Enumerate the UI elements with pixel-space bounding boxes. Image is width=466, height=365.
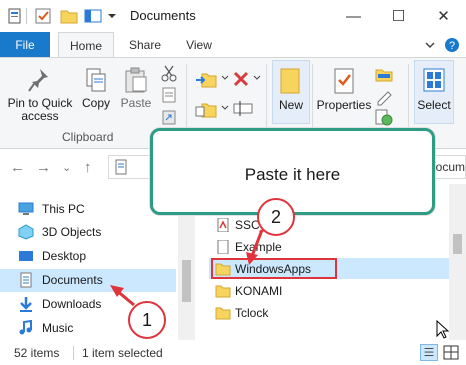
nav-label: This PC [42,202,85,216]
nav-label: Desktop [42,249,87,263]
nav-item-documents[interactable]: Documents [18,269,103,291]
select-grid-icon [423,68,445,92]
file-name: KONAMI [235,284,283,298]
file-scroll-thumb[interactable] [453,234,462,254]
nav-item-3d-objects[interactable]: 3D Objects [18,221,101,243]
downloads-icon [20,297,32,312]
tab-view[interactable]: View [176,32,222,58]
customize-toolbar-chevron-icon[interactable] [106,7,118,25]
recent-locations-icon[interactable]: ⌄ [62,161,71,174]
large-icons-view-icon[interactable] [442,344,460,361]
documents-location-icon [115,159,127,175]
pin-to-quick-access-button[interactable]: Pin to Quick access [6,66,74,123]
nav-label: Documents [42,273,103,287]
properties-button[interactable]: Properties [316,66,372,112]
rename-icon[interactable] [232,98,254,118]
status-separator [73,346,74,360]
open-icon[interactable] [374,66,394,84]
pdf-icon [217,218,229,232]
checkmark-properties-icon[interactable] [34,7,52,25]
pin-label: Pin to Quick access [7,96,73,123]
new-folder-icon[interactable] [60,7,78,25]
nav-item-downloads[interactable]: Downloads [18,293,101,315]
tab-home[interactable]: Home [58,32,114,58]
file-name: Example [235,240,282,254]
up-icon[interactable]: ↑ [84,159,92,176]
title-separator [26,8,27,24]
documents-icon [20,272,32,288]
help-icon[interactable]: ? [444,37,460,53]
clipboard-group-label: Clipboard [62,130,114,144]
copy-path-icon[interactable] [160,86,178,104]
window-title: Documents [130,8,196,23]
nav-label: Music [42,321,74,335]
file-row[interactable]: KONAMI [215,280,282,302]
history-icon[interactable] [374,108,394,126]
collapse-ribbon-icon[interactable] [424,40,436,50]
svg-text:?: ? [449,40,455,52]
forward-icon[interactable]: → [36,159,51,176]
copy-to-icon[interactable] [194,98,218,120]
item-count: 52 items [14,346,60,360]
ribbon-tabs: File Home Share View ? [0,32,466,58]
nav-item-this-pc[interactable]: This PC [18,198,85,220]
step-1-badge: 1 [128,301,166,339]
folder-icon [215,307,231,320]
folder-icon [215,285,231,298]
nav-label: Downloads [42,297,102,311]
move-to-icon[interactable] [194,68,218,90]
properties-icon [334,68,354,94]
maximize-button[interactable]: ☐ [376,0,421,32]
pc-icon [18,202,34,215]
nav-item-music[interactable]: Music [18,317,73,339]
copy-to-chevron-icon[interactable] [220,104,230,112]
windowsapps-highlight-box [211,258,337,279]
paste-icon [125,67,147,93]
select-label: Select [417,98,451,112]
music-icon [19,320,32,335]
details-view-icon[interactable] [420,344,438,361]
tab-share[interactable]: Share [120,32,170,58]
paste-shortcut-icon[interactable] [160,108,178,126]
select-button[interactable]: Select [414,66,454,112]
new-button[interactable]: New [272,66,310,112]
file-name: Tclock [235,306,269,320]
3d-objects-icon [18,224,34,240]
file-row[interactable]: Tclock [215,302,268,324]
paste-label: Paste [120,96,152,110]
new-folder-large-icon [280,68,300,94]
properties-label: Properties [316,98,372,112]
file-row[interactable]: Example [215,236,282,258]
edit-icon[interactable] [374,88,394,106]
pin-icon [28,69,48,92]
desktop-icon [19,251,33,261]
step-2-badge: 2 [257,198,295,236]
back-icon[interactable]: ← [10,159,25,176]
new-label: New [278,98,303,112]
paste-here-callout: Paste it here [150,128,435,215]
title-bar: Documents — ☐ ✕ [0,0,466,32]
cut-icon[interactable] [160,64,178,82]
copy-icon [86,68,106,92]
move-to-chevron-icon[interactable] [220,74,230,82]
nav-scroll-thumb[interactable] [182,260,191,302]
paste-button[interactable]: Paste [118,66,154,110]
quick-access-properties-icon[interactable] [6,7,24,25]
close-button[interactable]: ✕ [421,0,466,32]
copy-button[interactable]: Copy [78,66,114,110]
delete-chevron-icon[interactable] [252,74,262,82]
tab-file[interactable]: File [0,32,50,58]
pane-layout-icon[interactable] [84,7,102,25]
nav-item-desktop[interactable]: Desktop [18,245,86,267]
copy-label: Copy [81,96,110,110]
selection-status: 1 item selected [82,346,163,360]
minimize-button[interactable]: — [331,0,376,32]
file-scrollbar[interactable] [449,184,466,340]
mouse-cursor-icon [436,320,450,339]
callout-text: Paste it here [244,165,341,184]
file-icon [217,240,229,254]
nav-label: 3D Objects [42,225,102,239]
delete-icon[interactable] [232,70,250,88]
status-bar: 52 items 1 item selected [0,340,466,365]
